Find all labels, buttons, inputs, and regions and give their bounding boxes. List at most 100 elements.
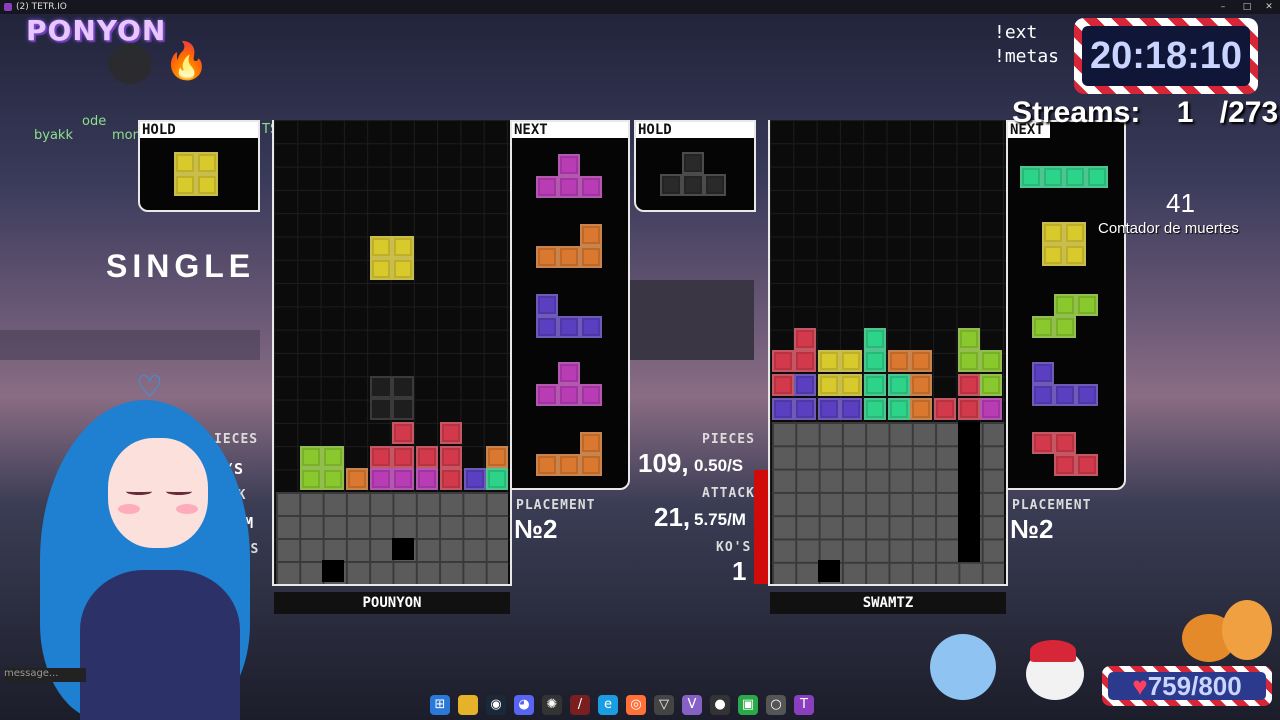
next-block — [1086, 166, 1108, 188]
hold-block — [660, 174, 682, 196]
active-block — [392, 258, 414, 280]
minimize-icon[interactable]: – — [1212, 0, 1234, 14]
line-clear-text: SINGLE — [106, 248, 256, 284]
stack-block — [958, 350, 980, 372]
next-block — [1032, 432, 1054, 454]
stack-block — [958, 328, 980, 350]
next-block — [1020, 166, 1042, 188]
next-block — [558, 176, 580, 198]
stream-timer: 20:18:10 — [1074, 18, 1258, 94]
chatgpt-icon[interactable]: ✺ — [542, 695, 562, 715]
chat-word: ode — [82, 114, 107, 129]
next-block — [1054, 294, 1076, 316]
tetrio-app-icon — [4, 3, 12, 11]
stack-block — [300, 446, 322, 468]
stack-block — [392, 422, 414, 444]
stack-block — [934, 398, 956, 420]
next-block — [1064, 166, 1086, 188]
app-icon-3[interactable]: ▣ — [738, 695, 758, 715]
streams-value: 1 — [1176, 96, 1194, 129]
next-block — [1076, 384, 1098, 406]
steam-icon[interactable]: ◉ — [486, 695, 506, 715]
stack-block — [322, 468, 344, 490]
maximize-icon[interactable]: □ — [1236, 0, 1258, 14]
taskbar: ⊞ ◉ ◕ ✺ / e ◎ ▽ V ● ▣ ○ T — [430, 690, 850, 720]
next-block — [1054, 432, 1076, 454]
close-icon[interactable]: ✕ — [1258, 0, 1280, 14]
hold-block — [174, 152, 196, 174]
stack-block — [486, 468, 508, 490]
next-block — [558, 384, 580, 406]
windows-icon[interactable]: ⊞ — [430, 695, 450, 715]
heart-icon: ♥ — [1132, 671, 1148, 701]
window-title: (2) TETR.IO — [16, 2, 67, 12]
next-block — [580, 224, 602, 246]
stack-block — [888, 374, 910, 396]
next-block — [558, 246, 580, 268]
stack-block — [818, 350, 840, 372]
stack-block — [794, 374, 816, 396]
stack-block — [840, 350, 862, 372]
next-block — [1042, 222, 1064, 244]
p2-attack-rate: 5.75/M — [694, 510, 746, 529]
avatar-eye — [166, 488, 192, 495]
p1-placement-label: PLACEMENT — [516, 498, 596, 513]
obs-icon[interactable]: ● — [710, 695, 730, 715]
streams-total: /273 — [1219, 96, 1279, 129]
next-block — [580, 246, 602, 268]
hold-block — [196, 174, 218, 196]
chat-word: byakk — [34, 128, 73, 143]
stack-block — [322, 446, 344, 468]
p1-hold-box: HOLD — [138, 120, 260, 212]
p1-hold-label: HOLD — [140, 122, 258, 138]
garbage-well — [958, 422, 980, 562]
avatar-body — [80, 570, 240, 720]
stack-block — [888, 350, 910, 372]
stack-block — [864, 374, 886, 396]
chat-input[interactable]: message... — [4, 668, 86, 682]
santa-hat-icon — [1030, 640, 1076, 662]
garbage-hole — [392, 538, 414, 560]
next-block — [536, 316, 558, 338]
avatar-face — [108, 438, 208, 548]
stack-block — [794, 328, 816, 350]
discord-icon[interactable]: ◕ — [514, 695, 534, 715]
vs-icon[interactable]: V — [682, 695, 702, 715]
next-block — [1076, 294, 1098, 316]
next-block — [536, 246, 558, 268]
p2-placement-value: №2 — [1010, 514, 1054, 544]
p2-attack-value: 21, — [654, 502, 691, 532]
next-block — [558, 316, 580, 338]
active-block — [392, 236, 414, 258]
stack-block — [416, 446, 438, 468]
edge-icon[interactable]: e — [598, 695, 618, 715]
p1-board — [272, 120, 512, 586]
p2-placement-label: PLACEMENT — [1012, 498, 1092, 513]
next-block — [1032, 362, 1054, 384]
avatar-blush — [118, 504, 140, 514]
stack-block — [864, 350, 886, 372]
next-block — [558, 154, 580, 176]
p2-kos-value: 1 — [732, 556, 747, 586]
streams-counter: Streams: 1 /273 — [1012, 96, 1278, 130]
timer-value: 20:18:10 — [1082, 26, 1250, 86]
p2-board — [768, 120, 1008, 586]
stack-block — [440, 446, 462, 468]
tetrio-icon[interactable]: T — [794, 695, 814, 715]
stack-block — [840, 374, 862, 396]
stack-block — [888, 398, 910, 420]
p1-next-box: NEXT — [510, 120, 630, 490]
stack-block — [370, 468, 392, 490]
app-icon[interactable]: / — [570, 695, 590, 715]
app-icon-4[interactable]: ○ — [766, 695, 786, 715]
garbage-hole — [818, 560, 840, 582]
stack-block — [864, 398, 886, 420]
file-explorer-icon[interactable] — [458, 695, 478, 715]
app-icon-2[interactable]: ▽ — [654, 695, 674, 715]
firefox-icon[interactable]: ◎ — [626, 695, 646, 715]
stack-block — [840, 398, 862, 420]
stack-block — [910, 398, 932, 420]
active-block — [370, 236, 392, 258]
stack-block — [370, 446, 392, 468]
next-block — [580, 176, 602, 198]
